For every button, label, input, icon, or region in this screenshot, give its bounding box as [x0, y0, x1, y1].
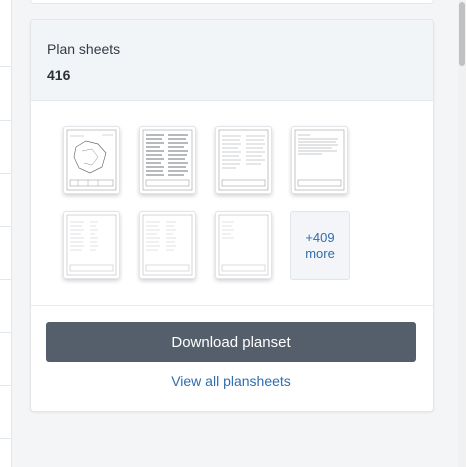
- plan-sheet-thumbnail-7[interactable]: [215, 211, 272, 279]
- card-title: Plan sheets: [47, 41, 121, 57]
- scrollbar-thumb[interactable]: [459, 2, 465, 66]
- left-panel-edge: [0, 0, 12, 467]
- plan-sheet-thumbnail-3[interactable]: [215, 126, 272, 194]
- view-all-plansheets-link[interactable]: View all plansheets: [31, 373, 431, 389]
- more-count: +409: [305, 229, 335, 245]
- plan-sheet-thumbnail-6[interactable]: [139, 211, 196, 279]
- plan-sheet-thumbnail-4[interactable]: [291, 126, 348, 194]
- plan-sheet-thumbnail-1[interactable]: [63, 126, 120, 194]
- more-label: more: [305, 245, 335, 261]
- previous-card-bottom: [30, 0, 434, 4]
- card-header: Plan sheets 416: [31, 20, 433, 101]
- download-planset-button[interactable]: Download planset: [46, 322, 416, 362]
- plan-sheets-card: Plan sheets 416 +409 more Download plans…: [30, 19, 434, 412]
- sheet-count: 416: [47, 67, 71, 83]
- plan-sheet-thumbnail-2[interactable]: [139, 126, 196, 194]
- scrollbar[interactable]: [458, 0, 466, 467]
- thumbnail-grid: +409 more: [31, 101, 433, 306]
- more-sheets-tile[interactable]: +409 more: [290, 211, 350, 280]
- plan-sheet-thumbnail-5[interactable]: [63, 211, 120, 279]
